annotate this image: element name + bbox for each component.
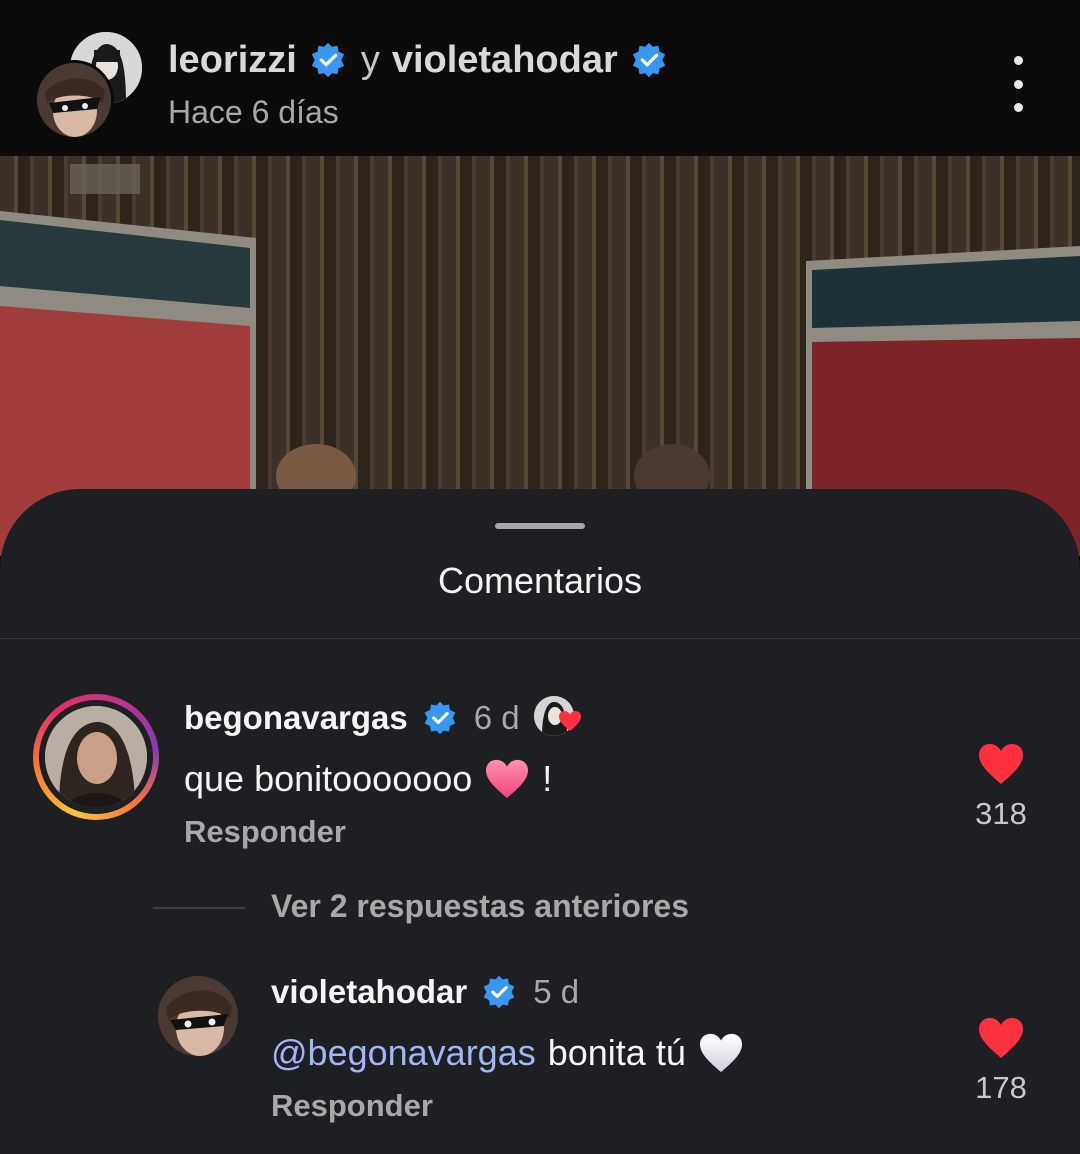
replies-divider [153, 907, 245, 909]
reply-button[interactable]: Responder [184, 814, 346, 850]
creator-liked-badge [533, 696, 582, 740]
verified-icon [424, 701, 456, 735]
verified-icon [632, 42, 665, 78]
avatar-violetahodar[interactable] [34, 60, 114, 140]
reply-like[interactable]: 178 [961, 1016, 1041, 1106]
more-options-icon[interactable] [1004, 56, 1032, 112]
verified-icon [311, 42, 344, 78]
reply-button[interactable]: Responder [271, 1088, 433, 1124]
reply-age: 5 d [533, 973, 580, 1010]
post-timestamp: Hace 6 días [168, 94, 339, 130]
heart-icon[interactable] [977, 1016, 1025, 1060]
comment-text: que bonitooooooo [184, 758, 473, 799]
post-header: leorizzi y violetahodar Hace 6 días [0, 0, 1080, 156]
post-authors: leorizzi y violetahodar [168, 36, 668, 84]
mention-link[interactable]: @begonavargas [271, 1032, 536, 1074]
connector-text: y [360, 38, 380, 81]
reply-text: bonita tú [547, 1032, 686, 1073]
heart-icon [558, 711, 581, 731]
author-violetahodar[interactable]: violetahodar [392, 39, 618, 82]
heart-icon[interactable] [977, 742, 1025, 786]
pink-heart-emoji [486, 759, 529, 799]
verified-icon [483, 975, 515, 1009]
comment-age: 6 d [473, 699, 520, 736]
comment-meta: begonavargas 6 d [184, 696, 582, 740]
view-previous-replies[interactable]: Ver 2 respuestas anteriores [271, 888, 689, 925]
reply-username[interactable]: violetahodar [271, 973, 467, 1011]
avatar-begonavargas[interactable] [45, 706, 147, 808]
comment-body: que bonitooooooo ! [184, 752, 552, 806]
sheet-drag-handle[interactable] [495, 523, 585, 529]
white-heart-emoji [699, 1033, 742, 1073]
story-ring[interactable] [33, 694, 159, 820]
comment-like[interactable]: 318 [961, 742, 1041, 832]
avatar-violetahodar[interactable] [158, 976, 238, 1056]
reply-meta: violetahodar 5 d [271, 970, 579, 1014]
author-leorizzi[interactable]: leorizzi [168, 39, 297, 82]
comment-suffix: ! [542, 758, 553, 799]
like-count: 318 [975, 796, 1027, 831]
reply-body: @begonavargas bonita tú [271, 1026, 744, 1080]
like-count: 178 [975, 1070, 1027, 1105]
sheet-title: Comentarios [437, 560, 643, 601]
comment-username[interactable]: begonavargas [184, 699, 408, 737]
divider [0, 638, 1080, 639]
